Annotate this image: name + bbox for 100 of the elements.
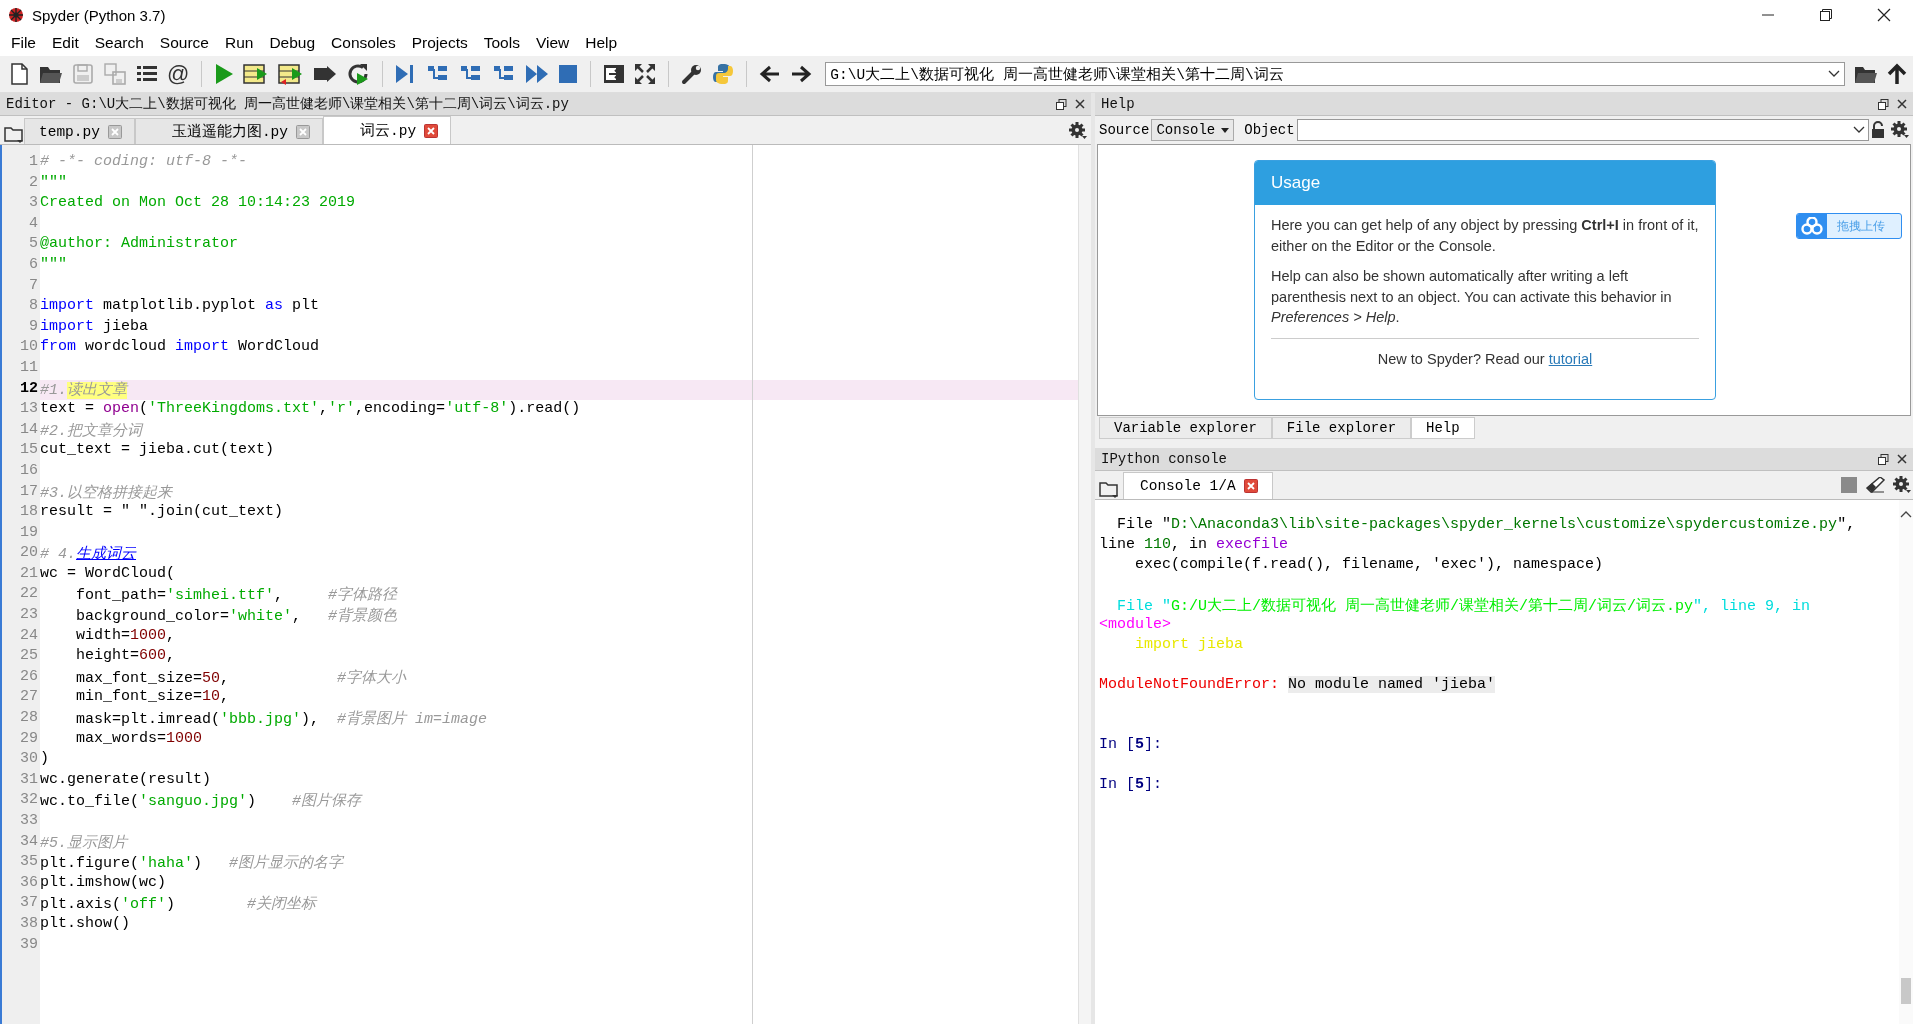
scrollbar-thumb[interactable] (1901, 978, 1911, 1004)
list-icon[interactable] (136, 64, 158, 84)
code-line: plt.axis('off') #关闭坐标 (40, 894, 319, 915)
line-number: 35 (19, 853, 39, 873)
continue-icon[interactable] (525, 63, 550, 85)
maximize-icon[interactable] (1819, 8, 1833, 22)
code-line: width=1000, (75, 626, 177, 646)
line-number: 37 (19, 894, 39, 914)
line-number: 33 (19, 812, 39, 831)
code-line: text = open('ThreeKingdoms.txt','r',encoding='utf-8').read() (40, 400, 582, 420)
menu-item[interactable]: View (527, 32, 578, 54)
python-icon[interactable] (712, 63, 735, 85)
close-icon[interactable] (1075, 99, 1085, 109)
line-number: 4 (28, 214, 39, 234)
menu-item[interactable]: Source (151, 32, 217, 54)
browse-tabs-icon[interactable] (1099, 481, 1119, 499)
line-number: 2 (28, 173, 39, 193)
line-number: 18 (19, 503, 39, 523)
run-icon[interactable] (214, 63, 235, 85)
close-icon[interactable] (1897, 454, 1907, 464)
pane-tab[interactable]: File explorer (1271, 417, 1412, 439)
wrench-icon[interactable] (681, 63, 704, 85)
lock-icon[interactable] (1871, 121, 1885, 139)
scroll-up-icon[interactable] (1900, 510, 1912, 518)
source-label: Source (1099, 122, 1150, 138)
new-file-icon[interactable] (8, 62, 30, 86)
settings-icon[interactable] (1893, 476, 1911, 494)
code-line: plt.imshow(wc) (40, 873, 168, 893)
code-line: result = " ".join(cut_text) (40, 503, 285, 523)
code-line: #5.显示图片 (40, 833, 130, 854)
line-number: 5 (28, 235, 39, 255)
line-number: 7 (28, 276, 39, 296)
line-number: 12 (19, 379, 39, 399)
line-number: 27 (19, 688, 39, 708)
line-number: 28 (19, 709, 39, 729)
settings-icon[interactable] (1069, 122, 1087, 140)
console-tab[interactable]: Console 1/A (1123, 472, 1273, 499)
console-line: <module> (1099, 616, 1172, 635)
path-field[interactable]: G:\U大二上\数据可视化 周一高世健老师\课堂相关\第十二周\词云 (825, 62, 1845, 86)
pane-title: IPython console (1101, 451, 1229, 467)
line-number: 20 (19, 544, 39, 564)
line-number: 31 (19, 770, 39, 790)
line-number: 24 (19, 626, 39, 646)
undock-icon[interactable] (1878, 453, 1889, 465)
code-line: wc.to_file('sanguo.jpg') #图片保存 (40, 791, 364, 812)
menu-item[interactable]: Edit (44, 32, 87, 54)
usage-title: Usage (1255, 161, 1715, 205)
line-number: 3 (28, 194, 39, 214)
console-line: File "G:/U大二上/数据可视化 周一高世健老师/课堂相关/第十二周/词云/词云.py", line 9, in (1116, 596, 1812, 616)
object-field[interactable] (1296, 119, 1869, 141)
up-arrow-icon[interactable] (1887, 63, 1907, 85)
pane-tab[interactable]: Variable explorer (1099, 417, 1272, 439)
code-line: #3.以空格拼接起来 (40, 483, 174, 504)
undock-icon[interactable] (1056, 98, 1067, 110)
file-tab[interactable]: 词云.py (323, 116, 452, 144)
code-line: import matplotlib.pyplot as plt (40, 297, 321, 317)
menu-item[interactable]: Projects (403, 32, 476, 54)
line-number: 16 (19, 461, 39, 481)
back-arrow-icon[interactable] (759, 64, 782, 84)
source-dropdown[interactable]: Console (1151, 119, 1235, 141)
cloud-icon (1801, 217, 1823, 235)
spider-logo-icon (8, 7, 24, 23)
eraser-icon[interactable] (1865, 477, 1885, 493)
line-number: 11 (19, 358, 39, 378)
code-line: wc.generate(result) (40, 770, 213, 790)
undock-icon[interactable] (1878, 98, 1889, 110)
maximize-pane-icon[interactable] (603, 64, 626, 84)
fullscreen-icon[interactable] (634, 63, 657, 85)
code-line: plt.show() (40, 914, 131, 934)
run-selection-icon[interactable] (313, 63, 338, 85)
pane-tab[interactable]: Help (1411, 417, 1475, 439)
menu-item[interactable]: Run (216, 32, 262, 54)
window-title: Spyder (Python 3.7) (32, 6, 167, 24)
menu-item[interactable]: File (3, 32, 44, 54)
code-line: wc = WordCloud( (40, 564, 177, 584)
code-line: max_font_size=50, #字体大小 (75, 668, 408, 689)
forward-arrow-icon[interactable] (790, 64, 813, 84)
line-number: 29 (19, 729, 39, 749)
file-tab[interactable]: 玉逍遥能力图.py (134, 118, 324, 144)
menu-item[interactable]: Tools (475, 32, 528, 54)
settings-icon[interactable] (1891, 121, 1909, 139)
code-line: Created on Mon Oct 28 10:14:23 2019 (40, 194, 357, 214)
code-line: ) (40, 750, 50, 770)
close-icon[interactable] (1897, 99, 1907, 109)
line-number: 38 (19, 914, 39, 934)
tutorial-link[interactable]: tutorial (1548, 350, 1593, 367)
menu-item[interactable]: Debug (261, 32, 324, 54)
close-icon[interactable] (1877, 8, 1891, 22)
stop-icon[interactable] (558, 64, 579, 84)
console-line: ModuleNotFoundError: No module named 'jieba' (1099, 676, 1497, 695)
code-line: """ (40, 173, 68, 193)
console-line: exec(compile(f.read(), filename, 'exec'), namespace) (1134, 556, 1605, 575)
menu-item[interactable]: Help (577, 32, 626, 54)
menu-item[interactable]: Consoles (323, 32, 404, 54)
file-tab[interactable]: temp.py (24, 118, 135, 144)
browse-tabs-icon[interactable] (4, 126, 24, 144)
email-icon[interactable]: @ (167, 63, 190, 85)
scrollbar[interactable] (1078, 145, 1091, 1024)
line-number: 36 (19, 873, 39, 893)
menu-item[interactable]: Search (86, 32, 152, 54)
